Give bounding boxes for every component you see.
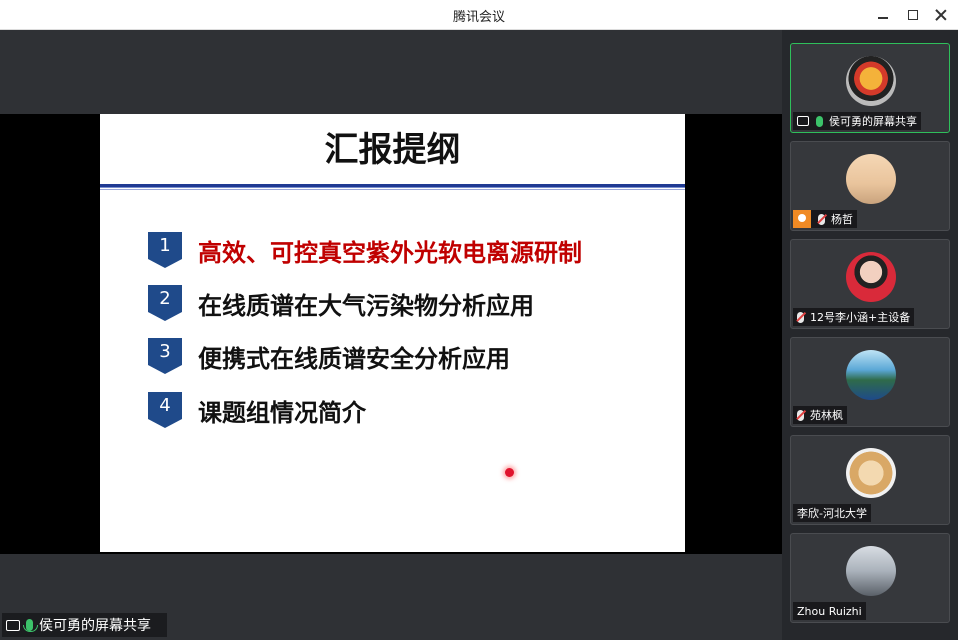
avatar [846, 56, 896, 106]
maximize-icon [908, 10, 918, 20]
microphone-muted-icon [818, 213, 825, 225]
outline-item: 3 便携式在线质谱安全分析应用 [148, 336, 510, 376]
screen-share-icon [797, 116, 809, 126]
participant-name-label: 李欣-河北大学 [793, 504, 871, 522]
avatar [846, 350, 896, 400]
slide-divider [100, 184, 685, 188]
slide-title: 汇报提纲 [324, 130, 461, 170]
microphone-icon [816, 115, 823, 127]
avatar [846, 546, 896, 596]
participant-name: 侯可勇的屏幕共享 [829, 115, 917, 128]
item-text: 高效、可控真空紫外光软电离源研制 [198, 238, 582, 267]
participant-name: 李欣-河北大学 [797, 507, 867, 520]
participant-name: 杨哲 [831, 213, 853, 226]
screen-share-icon [6, 619, 20, 631]
participant-name-label: 杨哲 [793, 210, 857, 228]
close-icon [935, 9, 947, 21]
item-number-badge: 4 [148, 392, 182, 428]
outline-item: 1 高效、可控真空紫外光软电离源研制 [148, 230, 582, 270]
participant-name-label: 侯可勇的屏幕共享 [793, 112, 921, 130]
item-number-badge: 2 [148, 285, 182, 321]
slide-divider-thin [100, 189, 685, 190]
participant-tile[interactable]: 杨哲 [790, 141, 950, 231]
participant-name: 12号李小涵+主设备 [810, 311, 911, 324]
minimize-icon [878, 17, 888, 19]
outline-item: 4 课题组情况简介 [148, 390, 366, 430]
microphone-muted-icon [797, 311, 804, 323]
participant-tile[interactable]: 侯可勇的屏幕共享 [790, 43, 950, 133]
microphone-muted-icon [797, 409, 804, 421]
presentation-slide: 汇报提纲 1 高效、可控真空紫外光软电离源研制 2 在线质谱在大气污染物分析应用… [100, 114, 685, 552]
screen-share-label: 侯可勇的屏幕共享 [2, 613, 167, 637]
participant-name: 苑林枫 [810, 409, 843, 422]
participant-name: Zhou Ruizhi [797, 604, 862, 618]
title-bar: 腾讯会议 [0, 0, 958, 30]
window-title: 腾讯会议 [452, 10, 505, 25]
item-text: 便携式在线质谱安全分析应用 [198, 344, 510, 373]
microphone-icon [23, 619, 38, 632]
item-number-badge: 3 [148, 338, 182, 374]
avatar [846, 448, 896, 498]
participant-tile[interactable]: 李欣-河北大学 [790, 435, 950, 525]
person-icon [793, 210, 811, 228]
laser-pointer [505, 468, 514, 477]
item-text: 在线质谱在大气污染物分析应用 [198, 291, 534, 320]
participant-name-label: 苑林枫 [793, 406, 847, 424]
minimize-button[interactable] [872, 5, 894, 25]
outline-item: 2 在线质谱在大气污染物分析应用 [148, 283, 534, 323]
avatar [846, 154, 896, 204]
close-button[interactable] [930, 5, 952, 25]
item-text: 课题组情况简介 [198, 398, 366, 427]
item-number-badge: 1 [148, 232, 182, 268]
participant-tile[interactable]: 12号李小涵+主设备 [790, 239, 950, 329]
participant-name-label: 12号李小涵+主设备 [793, 308, 915, 326]
participant-tile[interactable]: 苑林枫 [790, 337, 950, 427]
maximize-button[interactable] [902, 5, 924, 25]
participant-tile[interactable]: Zhou Ruizhi [790, 533, 950, 623]
participant-name-label: Zhou Ruizhi [793, 602, 866, 620]
share-label-text: 侯可勇的屏幕共享 [39, 618, 151, 634]
avatar [846, 252, 896, 302]
